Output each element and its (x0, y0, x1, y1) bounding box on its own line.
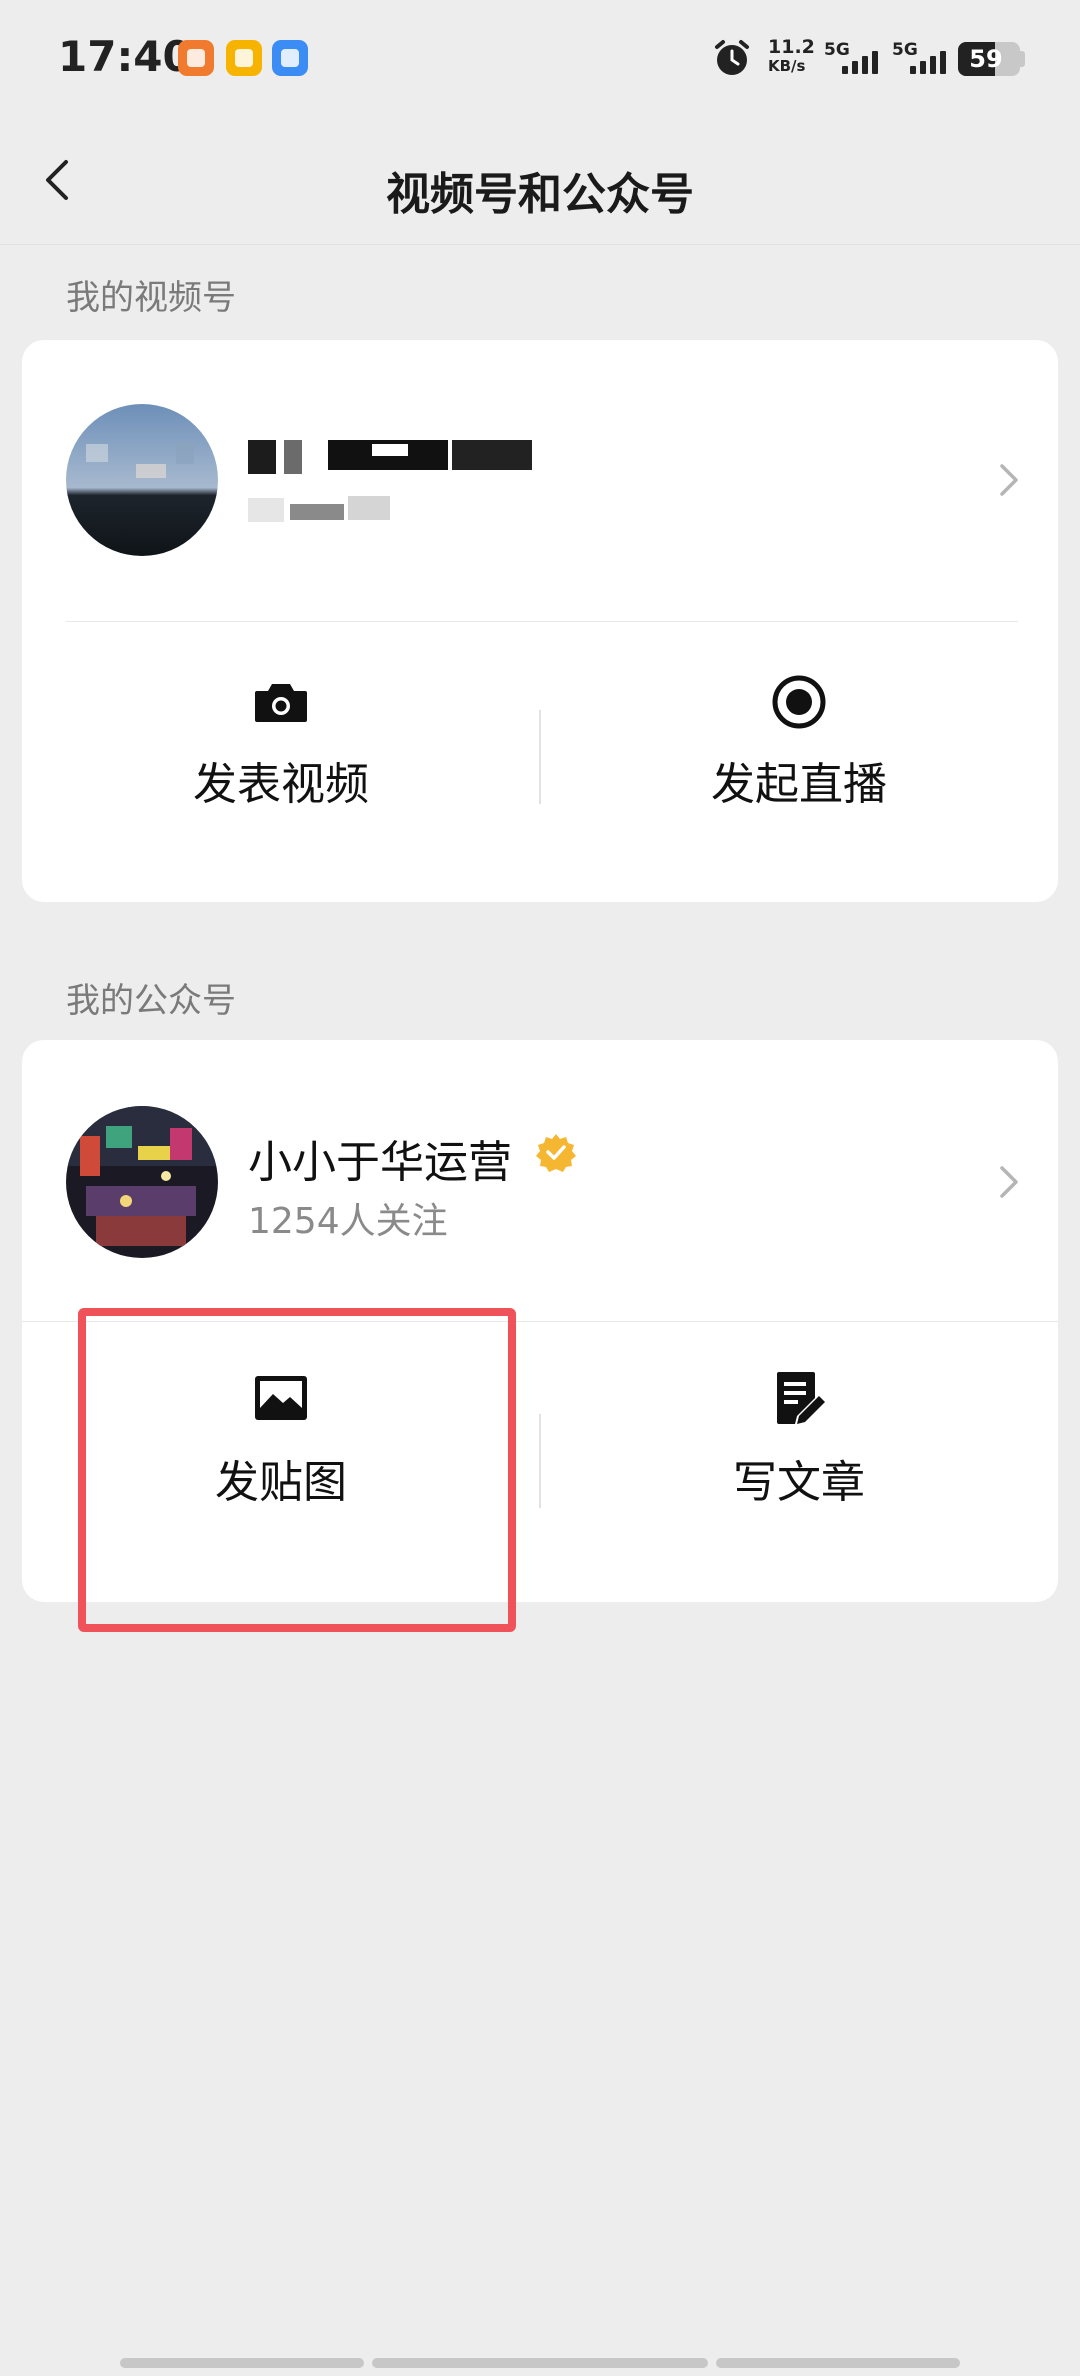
battery-icon: 59 (958, 42, 1020, 76)
channels-avatar (66, 404, 218, 556)
official-followers: 1254人关注 (248, 1201, 448, 1242)
status-time: 17:40 (58, 32, 192, 81)
write-article-label: 写文章 (733, 1457, 865, 1508)
official-avatar (66, 1106, 218, 1258)
start-live-label: 发起直播 (711, 759, 887, 810)
signal-1: 5G (824, 40, 884, 76)
status-bar: 17:40 11.2 KB/s 5G 5G 59 (0, 0, 1080, 120)
orange-app-icon (178, 40, 214, 76)
alarm-icon (715, 40, 749, 75)
channels-profile-row[interactable] (22, 340, 1058, 620)
channels-section-title: 我的视频号 (66, 278, 236, 318)
net-speed-value: 11.2 (768, 36, 815, 58)
net-speed: 11.2 KB/s (768, 38, 815, 76)
official-name: 小小于华运营 (248, 1137, 512, 1188)
channels-card: 发表视频 发起直播 (22, 340, 1058, 902)
official-section-title: 我的公众号 (66, 981, 236, 1021)
write-article-button[interactable]: 写文章 (540, 1322, 1058, 1602)
page-title: 视频号和公众号 (386, 169, 694, 220)
camera-icon (255, 684, 307, 722)
signal-bars-icon (910, 51, 946, 74)
net-speed-unit: KB/s (768, 57, 806, 75)
verified-badge-icon (536, 1134, 576, 1172)
nav-bar: 视频号和公众号 (0, 120, 1080, 245)
battery-cap (1020, 51, 1025, 67)
yellow-app-icon (226, 40, 262, 76)
chevron-right-icon (1000, 464, 1018, 496)
post-video-button[interactable]: 发表视频 (22, 622, 540, 902)
chevron-right-icon (1000, 1166, 1018, 1198)
highlight-box (78, 1308, 516, 1632)
blue-app-icon (272, 40, 308, 76)
home-indicator-left (120, 2358, 364, 2368)
official-profile-row[interactable]: 小小于华运营 1254人关注 (22, 1040, 1058, 1320)
battery-text: 59 (969, 45, 1003, 73)
start-live-button[interactable]: 发起直播 (540, 622, 1058, 902)
home-indicator-right (716, 2358, 960, 2368)
home-indicator-center (372, 2358, 708, 2368)
post-video-label: 发表视频 (193, 759, 369, 810)
edit-document-icon (777, 1372, 825, 1424)
live-record-icon (772, 675, 826, 729)
signal-bars-icon (842, 51, 878, 74)
signal-2: 5G (892, 40, 952, 76)
